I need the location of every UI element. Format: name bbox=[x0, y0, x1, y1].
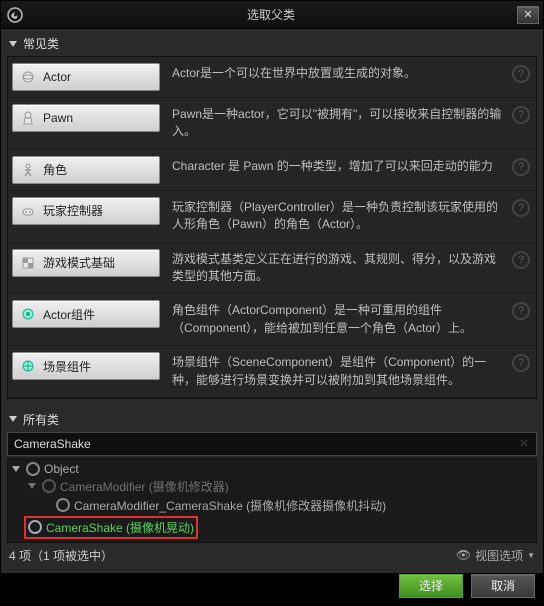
all-classes-section: 所有类 × Object CameraModifier (摄像机修改器) bbox=[7, 407, 537, 600]
all-classes-header[interactable]: 所有类 bbox=[7, 407, 537, 432]
class-description: 游戏模式基类定义正在进行的游戏、其规则、得分，以及游戏类型的其他方面。 bbox=[160, 249, 512, 288]
help-icon[interactable]: ? bbox=[512, 354, 530, 372]
search-wrap: × bbox=[7, 432, 537, 456]
class-icon bbox=[42, 479, 56, 493]
tree-item-camera-shake[interactable]: CameraShake (摄像机晃动) bbox=[8, 515, 536, 540]
close-button[interactable]: ✕ bbox=[517, 6, 539, 24]
gamemode-icon bbox=[19, 254, 37, 272]
tree-label: CameraModifier (摄像机修改器) bbox=[60, 478, 229, 495]
select-button[interactable]: 选择 bbox=[399, 574, 463, 598]
selection-highlight: CameraShake (摄像机晃动) bbox=[24, 516, 198, 539]
expand-icon bbox=[9, 41, 17, 47]
class-label: 角色 bbox=[43, 161, 67, 178]
class-label: Pawn bbox=[43, 111, 73, 125]
class-button-scene-component[interactable]: 场景组件 bbox=[12, 352, 160, 380]
eye-icon: 👁 bbox=[456, 548, 471, 562]
class-description: 场景组件（SceneComponent）是组件（Component）的一种，能够… bbox=[160, 352, 512, 391]
tree-label: CameraModifier_CameraShake (摄像机修改器摄像机抖动) bbox=[74, 497, 386, 514]
clear-icon: × bbox=[520, 435, 529, 452]
class-icon bbox=[56, 498, 70, 512]
scene-component-icon bbox=[19, 357, 37, 375]
help-icon[interactable]: ? bbox=[512, 65, 530, 83]
help-icon[interactable]: ? bbox=[512, 302, 530, 320]
expand-icon bbox=[28, 483, 36, 489]
class-label: Actor bbox=[43, 70, 71, 84]
class-button-gamemode-base[interactable]: 游戏模式基础 bbox=[12, 249, 160, 277]
close-icon: ✕ bbox=[523, 8, 532, 21]
section-label: 常见类 bbox=[23, 35, 59, 52]
tree-item-object[interactable]: Object bbox=[8, 461, 536, 477]
class-description: 玩家控制器（PlayerController）是一种负责控制该玩家使用的人形角色… bbox=[160, 197, 512, 236]
class-label: 玩家控制器 bbox=[43, 202, 103, 219]
expand-icon bbox=[12, 466, 20, 472]
dialog-content: 常见类 Actor Actor是一个可以在世界中放置或生成的对象。 ? Pawn… bbox=[1, 29, 543, 606]
tree-label: Object bbox=[44, 462, 79, 476]
class-button-actor-component[interactable]: Actor组件 bbox=[12, 300, 160, 328]
unreal-logo-icon bbox=[7, 7, 23, 23]
class-row-scene-component: 场景组件 场景组件（SceneComponent）是组件（Component）的… bbox=[8, 346, 536, 398]
titlebar: 选取父类 ✕ bbox=[1, 1, 543, 29]
class-icon bbox=[26, 462, 40, 476]
class-icon bbox=[28, 520, 42, 534]
window-title: 选取父类 bbox=[25, 6, 517, 23]
help-icon[interactable]: ? bbox=[512, 106, 530, 124]
class-button-player-controller[interactable]: 玩家控制器 bbox=[12, 197, 160, 225]
dialog-button-bar: 选择 取消 bbox=[7, 568, 537, 600]
class-label: 场景组件 bbox=[43, 358, 91, 375]
actor-icon bbox=[19, 68, 37, 86]
cancel-button[interactable]: 取消 bbox=[471, 574, 535, 598]
view-options-dropdown[interactable]: 👁 视图选项 ▼ bbox=[456, 547, 535, 564]
class-description: 角色组件（ActorComponent）是一种可重用的组件（Component）… bbox=[160, 300, 512, 339]
class-button-actor[interactable]: Actor bbox=[12, 63, 160, 91]
help-icon[interactable]: ? bbox=[512, 158, 530, 176]
class-description: Character 是 Pawn 的一种类型，增加了可以来回走动的能力 bbox=[160, 156, 512, 177]
pawn-icon bbox=[19, 109, 37, 127]
class-button-character[interactable]: 角色 bbox=[12, 156, 160, 184]
tree-label: CameraShake (摄像机晃动) bbox=[46, 519, 194, 536]
section-label: 所有类 bbox=[23, 411, 59, 428]
help-icon[interactable]: ? bbox=[512, 251, 530, 269]
class-row-pawn: Pawn Pawn是一种actor，它可以"被拥有"，可以接收来自控制器的输入。… bbox=[8, 98, 536, 150]
class-label: Actor组件 bbox=[43, 306, 95, 323]
class-tree: Object CameraModifier (摄像机修改器) CameraMod… bbox=[7, 458, 537, 543]
chevron-down-icon: ▼ bbox=[527, 551, 535, 560]
common-classes-list: Actor Actor是一个可以在世界中放置或生成的对象。 ? Pawn Paw… bbox=[7, 56, 537, 399]
class-label: 游戏模式基础 bbox=[43, 254, 115, 271]
pick-parent-class-dialog: 选取父类 ✕ 常见类 Actor Actor是一个可以在世界中放置或生成的对象。… bbox=[0, 0, 544, 574]
class-row-player-controller: 玩家控制器 玩家控制器（PlayerController）是一种负责控制该玩家使… bbox=[8, 191, 536, 243]
class-row-character: 角色 Character 是 Pawn 的一种类型，增加了可以来回走动的能力 ? bbox=[8, 150, 536, 191]
view-options-label: 视图选项 bbox=[475, 547, 523, 564]
tree-footer: 4 项（1 项被选中） 👁 视图选项 ▼ bbox=[7, 543, 537, 568]
controller-icon bbox=[19, 202, 37, 220]
class-row-gamemode-base: 游戏模式基础 游戏模式基类定义正在进行的游戏、其规则、得分，以及游戏类型的其他方… bbox=[8, 243, 536, 295]
button-label: 选择 bbox=[419, 577, 443, 594]
selection-summary: 4 项（1 项被选中） bbox=[9, 547, 448, 564]
class-description: Actor是一个可以在世界中放置或生成的对象。 bbox=[160, 63, 512, 84]
common-classes-header[interactable]: 常见类 bbox=[7, 31, 537, 56]
class-row-actor: Actor Actor是一个可以在世界中放置或生成的对象。 ? bbox=[8, 57, 536, 98]
class-button-pawn[interactable]: Pawn bbox=[12, 104, 160, 132]
tree-item-camera-modifier-shake[interactable]: CameraModifier_CameraShake (摄像机修改器摄像机抖动) bbox=[8, 496, 536, 515]
class-row-actor-component: Actor组件 角色组件（ActorComponent）是一种可重用的组件（Co… bbox=[8, 294, 536, 346]
class-description: Pawn是一种actor，它可以"被拥有"，可以接收来自控制器的输入。 bbox=[160, 104, 512, 143]
component-icon bbox=[19, 305, 37, 323]
help-icon[interactable]: ? bbox=[512, 199, 530, 217]
class-search-input[interactable] bbox=[7, 432, 537, 456]
tree-item-camera-modifier[interactable]: CameraModifier (摄像机修改器) bbox=[8, 477, 536, 496]
character-icon bbox=[19, 161, 37, 179]
button-label: 取消 bbox=[491, 577, 515, 594]
clear-search-button[interactable]: × bbox=[515, 435, 533, 453]
ue-logo bbox=[5, 5, 25, 25]
expand-icon bbox=[9, 416, 17, 422]
